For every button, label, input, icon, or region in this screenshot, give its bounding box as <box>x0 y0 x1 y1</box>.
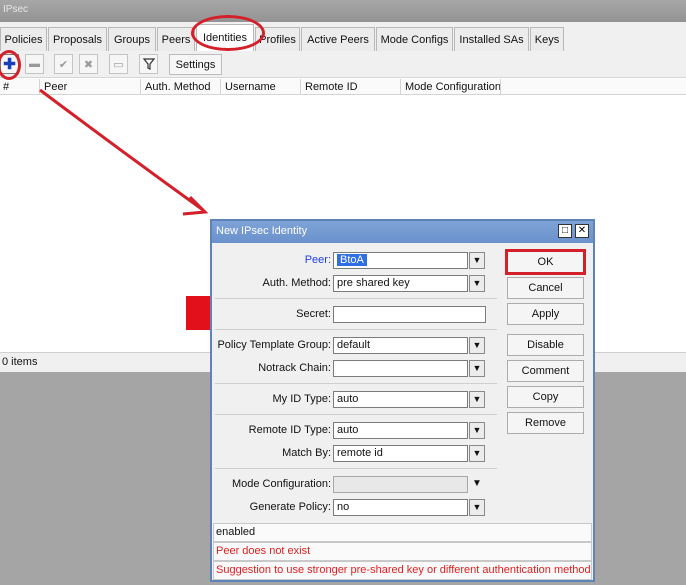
separator <box>215 329 497 330</box>
tab-keys[interactable]: Keys <box>530 27 564 51</box>
minus-icon: ▬ <box>29 58 40 70</box>
dropdown-arrow-icon: ▼ <box>472 363 482 373</box>
dialog-titlebar[interactable]: New IPsec Identity □ ✕ <box>212 221 593 243</box>
peer-label: Peer: <box>304 254 331 266</box>
note-icon: ▭ <box>113 58 124 71</box>
auth-method-label: Auth. Method: <box>262 277 332 289</box>
mode-configuration-label: Mode Configuration: <box>231 478 331 490</box>
notrack-chain-dropdown[interactable]: ▼ <box>469 360 485 377</box>
mode-configuration-dropdown[interactable]: ▼ <box>469 476 485 493</box>
enabled-status: enabled <box>213 523 592 542</box>
match-by-label: Match By: <box>282 447 331 459</box>
maximize-icon: □ <box>561 225 569 236</box>
apply-button[interactable]: Apply <box>507 303 584 325</box>
disable-button[interactable]: Disable <box>507 334 584 356</box>
auth-method-select[interactable]: pre shared key <box>333 275 468 292</box>
window-titlebar[interactable]: IPsec <box>0 0 686 22</box>
my-id-type-select[interactable]: auto <box>333 391 468 408</box>
disable-button[interactable]: ✖ <box>79 54 98 74</box>
filter-button[interactable] <box>139 54 158 74</box>
cancel-button[interactable]: Cancel <box>507 277 584 299</box>
remote-id-type-label: Remote ID Type: <box>248 424 331 436</box>
tab-proposals[interactable]: Proposals <box>48 27 107 51</box>
column-mode-configuration[interactable]: Mode Configuration <box>402 79 501 95</box>
remote-id-type-dropdown[interactable]: ▼ <box>469 422 485 439</box>
match-by-dropdown[interactable]: ▼ <box>469 445 485 462</box>
close-button[interactable]: ✕ <box>575 224 589 238</box>
generate-policy-label: Generate Policy: <box>249 501 331 513</box>
generate-policy-select[interactable]: no <box>333 499 468 516</box>
tab-active-peers[interactable]: Active Peers <box>301 27 375 51</box>
remove-button[interactable]: Remove <box>507 412 584 434</box>
funnel-icon <box>142 58 155 70</box>
suggestion-message: Suggestion to use stronger pre-shared ke… <box>213 561 592 580</box>
separator <box>215 414 497 415</box>
column-auth-method[interactable]: Auth. Method <box>142 79 221 95</box>
peer-select[interactable]: BtoA <box>333 252 468 269</box>
dropdown-arrow-icon: ▼ <box>472 425 482 435</box>
tab-installed-sas[interactable]: Installed SAs <box>454 27 529 51</box>
table-header: # Peer Auth. Method Username Remote ID M… <box>0 79 686 95</box>
notrack-chain-label: Notrack Chain: <box>258 362 331 374</box>
separator <box>215 383 497 384</box>
notrack-chain-select[interactable] <box>333 360 468 377</box>
error-message: Peer does not exist <box>213 542 592 561</box>
peer-dropdown[interactable]: ▼ <box>469 252 485 269</box>
peer-value: BtoA <box>337 254 367 266</box>
policy-template-group-label: Policy Template Group: <box>217 339 331 351</box>
settings-button[interactable]: Settings <box>169 54 222 75</box>
policy-template-group-dropdown[interactable]: ▼ <box>469 337 485 354</box>
remote-id-type-select[interactable]: auto <box>333 422 468 439</box>
dropdown-arrow-icon: ▼ <box>472 278 482 288</box>
auth-method-dropdown[interactable]: ▼ <box>469 275 485 292</box>
dropdown-arrow-icon: ▼ <box>472 340 482 350</box>
secret-input[interactable] <box>333 306 486 323</box>
separator <box>215 298 497 299</box>
column-number[interactable]: # <box>0 79 40 95</box>
dropdown-arrow-icon: ▼ <box>472 448 482 458</box>
comment-button[interactable]: Comment <box>507 360 584 382</box>
my-id-type-dropdown[interactable]: ▼ <box>469 391 485 408</box>
check-icon: ✔ <box>58 58 69 71</box>
column-remote-id[interactable]: Remote ID <box>302 79 401 95</box>
column-peer[interactable]: Peer <box>41 79 141 95</box>
dialog-title: New IPsec Identity <box>216 225 308 237</box>
match-by-select[interactable]: remote id <box>333 445 468 462</box>
tab-mode-configs[interactable]: Mode Configs <box>376 27 453 51</box>
policy-template-group-select[interactable]: default <box>333 337 468 354</box>
column-username[interactable]: Username <box>222 79 301 95</box>
dropdown-arrow-icon: ▼ <box>472 394 482 404</box>
item-count: 0 items <box>2 356 38 368</box>
my-id-type-label: My ID Type: <box>272 393 331 405</box>
tab-policies[interactable]: Policies <box>0 27 47 51</box>
window-title: IPsec <box>3 4 29 15</box>
maximize-button[interactable]: □ <box>558 224 572 238</box>
ok-button[interactable]: OK <box>505 249 586 275</box>
secret-label: Secret: <box>296 308 331 320</box>
dropdown-arrow-icon: ▼ <box>472 255 482 265</box>
dropdown-arrow-icon: ▼ <box>472 478 482 489</box>
toolbar: ✚ ▬ ✔ ✖ ▭ Settings <box>0 51 686 78</box>
generate-policy-dropdown[interactable]: ▼ <box>469 499 485 516</box>
copy-button[interactable]: Copy <box>507 386 584 408</box>
comment-button[interactable]: ▭ <box>109 54 128 74</box>
new-ipsec-identity-dialog: New IPsec Identity □ ✕ Peer: BtoA ▼ Auth… <box>210 219 595 582</box>
close-icon: ✕ <box>577 225 587 236</box>
identities-tab-highlight <box>191 15 265 51</box>
tab-groups[interactable]: Groups <box>108 27 156 51</box>
remove-button[interactable]: ▬ <box>25 54 44 74</box>
separator <box>215 468 497 469</box>
enable-button[interactable]: ✔ <box>54 54 73 74</box>
dropdown-arrow-icon: ▼ <box>472 502 482 512</box>
mode-configuration-select[interactable] <box>333 476 468 493</box>
tab-strip: Policies Proposals Groups Peers Identiti… <box>0 22 686 51</box>
cross-icon: ✖ <box>83 58 94 71</box>
tab-peers[interactable]: Peers <box>157 27 195 51</box>
